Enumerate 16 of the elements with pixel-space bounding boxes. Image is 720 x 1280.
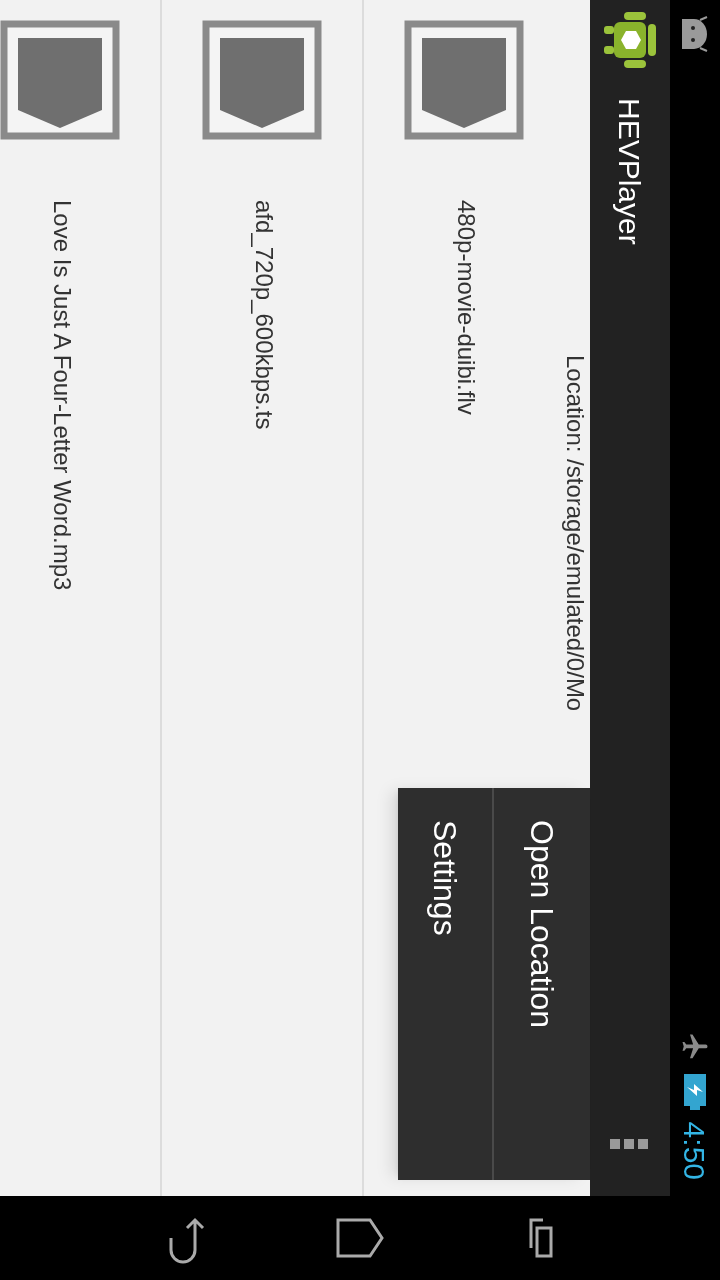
dots-icon [610, 1139, 648, 1149]
file-name: Love Is Just A Four-Letter Word.mp3 [50, 200, 74, 591]
location-path: Location: /storage/emulated/0/Mo [563, 355, 587, 712]
home-icon[interactable] [336, 1218, 384, 1258]
android-cube-app-icon[interactable] [602, 10, 658, 70]
file-row[interactable]: afd_720p_600kbps.ts [160, 0, 362, 1196]
file-name: 480p-movie-duibi.flv [454, 200, 478, 415]
picture-frame-icon [404, 20, 524, 140]
battery-charging-icon [684, 1073, 706, 1110]
file-name: afd_720p_600kbps.ts [252, 200, 276, 430]
file-row[interactable]: Love Is Just A Four-Letter Word.mp3 [0, 0, 160, 1196]
clock-time: 4:50 [677, 1121, 713, 1180]
app-title: HEVPlayer [612, 98, 648, 245]
android-robot-icon [680, 16, 710, 52]
menu-item[interactable]: Settings [398, 788, 494, 1180]
picture-frame-icon [202, 20, 322, 140]
